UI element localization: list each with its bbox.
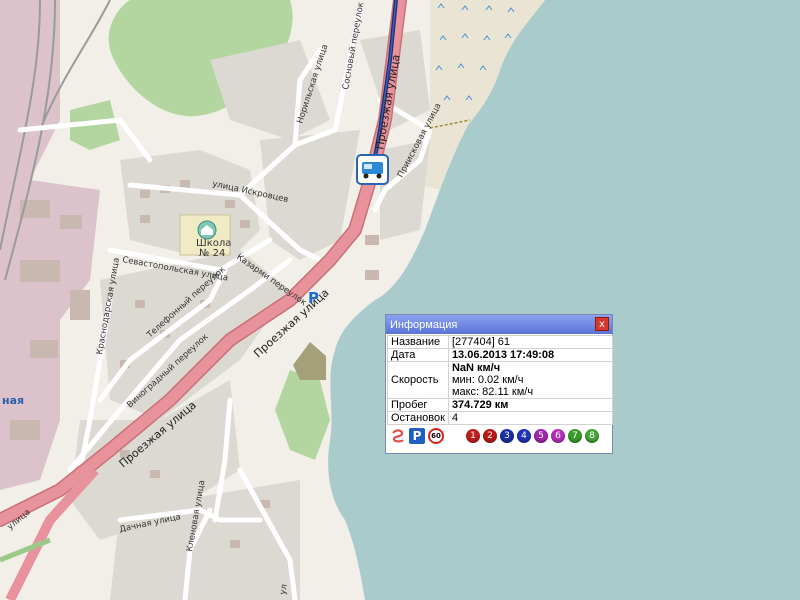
stop-pin-7[interactable]: 7 — [568, 429, 582, 443]
street-label: ул — [278, 583, 290, 595]
table-row: Остановок 4 — [387, 411, 614, 425]
speed-max: макс: 82.11 км/ч — [451, 386, 534, 398]
map-canvas[interactable]: Проезжая улица Проезжая улица Проезжая у… — [0, 0, 800, 600]
speed-min: мин: 0.02 км/ч — [451, 374, 524, 386]
stop-pin-8[interactable]: 8 — [585, 429, 599, 443]
school-icon — [197, 220, 217, 240]
table-row: Скорость NaN км/ч мин: 0.02 км/ч макс: 8… — [387, 361, 614, 399]
table-row: Пробег 374.729 км — [387, 398, 614, 412]
stops-value: 4 — [447, 411, 614, 425]
stop-pin-3[interactable]: 3 — [500, 429, 514, 443]
table-row: Дата 13.06.2013 17:49:08 — [387, 348, 614, 362]
stop-pin-2[interactable]: 2 — [483, 429, 497, 443]
info-popup-titlebar[interactable]: Информация x — [386, 315, 612, 334]
stops-label: Остановок — [387, 411, 449, 425]
mileage-label: Пробег — [387, 398, 449, 412]
mileage-value: 374.729 км — [451, 399, 509, 411]
stop-pin-4[interactable]: 4 — [517, 429, 531, 443]
speed-label: Скорость — [387, 361, 449, 399]
stop-pin-5[interactable]: 5 — [534, 429, 548, 443]
school-label: № 24 — [199, 248, 225, 259]
vehicle-marker-icon[interactable] — [356, 154, 389, 185]
info-popup-title: Информация — [390, 318, 458, 331]
speed-limit-icon[interactable]: 60 — [428, 428, 444, 444]
close-button[interactable]: x — [595, 317, 609, 331]
name-value: [277404] 61 — [447, 335, 614, 349]
date-value: 13.06.2013 17:49:08 — [451, 349, 555, 361]
date-label: Дата — [387, 348, 449, 362]
street-label: ная — [2, 394, 24, 407]
stop-pin-1[interactable]: 1 — [466, 429, 480, 443]
speed-value: NaN км/ч — [451, 362, 501, 374]
parking-icon: P — [308, 289, 319, 307]
action-icons: P 60 1 2 3 4 5 6 7 8 — [386, 425, 612, 444]
track-icon[interactable] — [390, 428, 406, 444]
info-popup: Информация x Название [277404] 61 Дата 1… — [385, 314, 614, 454]
info-table: Название [277404] 61 Дата 13.06.2013 17:… — [387, 335, 614, 425]
table-row: Название [277404] 61 — [387, 335, 614, 349]
stop-pin-6[interactable]: 6 — [551, 429, 565, 443]
name-label: Название — [387, 335, 449, 349]
parking-button[interactable]: P — [409, 428, 425, 444]
